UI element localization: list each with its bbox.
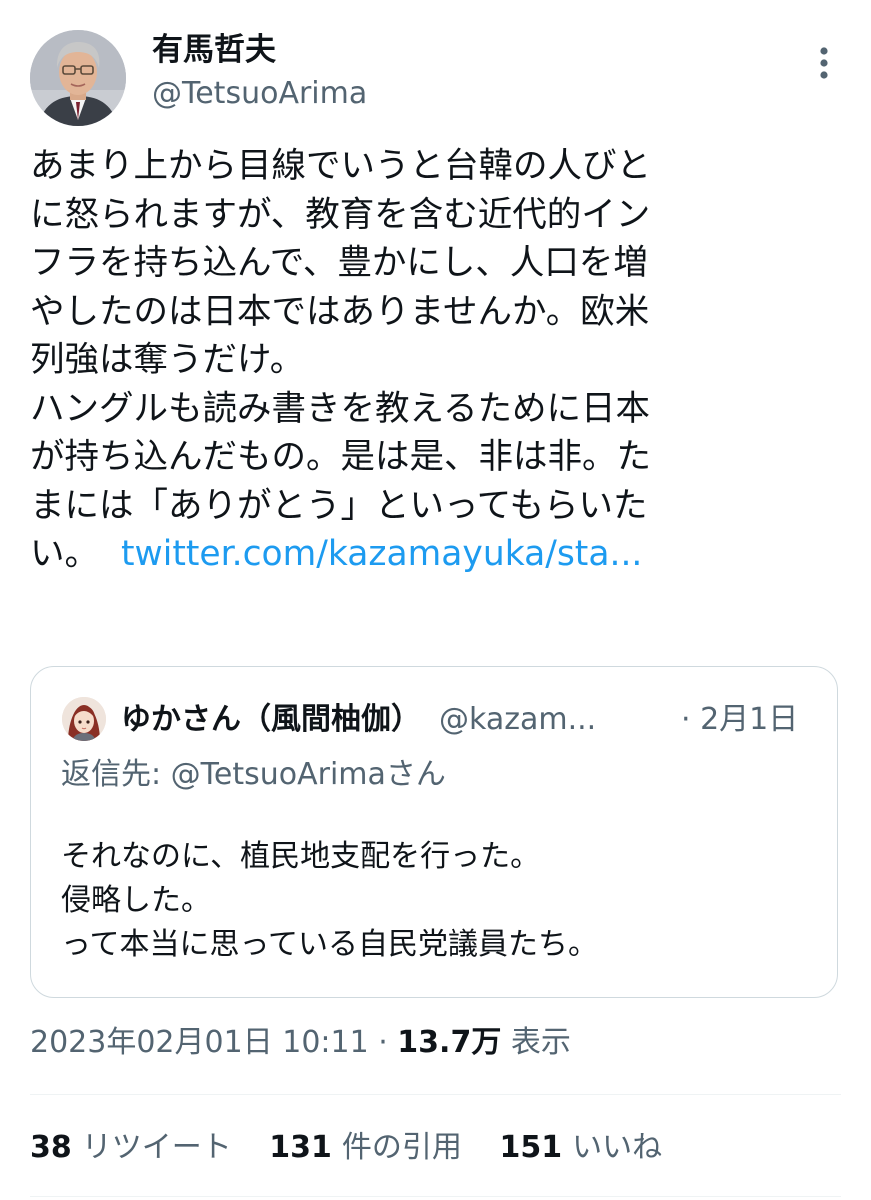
tweet-text-line: あまり上から目線でいうと台韓の人びと bbox=[30, 146, 651, 186]
engagement-stats: 38 リツイート 131 件の引用 151 いいね bbox=[30, 1126, 690, 1170]
tweet-text-line: ハングルも読み書きを教えるために日本 bbox=[30, 388, 650, 429]
retweets-label: リツイート bbox=[81, 1130, 232, 1165]
tweet-text-line: が持ち込んだもの。是は是、非は非。た bbox=[30, 437, 651, 477]
tweet-meta: 2023年02月01日 10:11 · 13.7万 表示 bbox=[30, 1020, 571, 1066]
likes-label: いいね bbox=[572, 1130, 663, 1165]
retweets-count: 38 bbox=[30, 1130, 72, 1165]
author-display-name[interactable]: 有馬哲夫 bbox=[152, 30, 276, 70]
quotes-stat[interactable]: 131 件の引用 bbox=[269, 1130, 462, 1165]
replying-to-label[interactable]: 返信先: @TetsuoArimaさん bbox=[61, 753, 446, 797]
tweet: 有馬哲夫 @TetsuoArima あまり上から目線でいうと台韓の人びと に怒ら… bbox=[0, 0, 871, 1200]
tweet-text-line: まには「ありがとう」といってもらいた bbox=[30, 485, 648, 526]
retweets-stat[interactable]: 38 リツイート bbox=[30, 1130, 232, 1165]
tweet-text-tail: い。 bbox=[30, 534, 99, 574]
quoted-text-line: って本当に思っている自民党議員たち。 bbox=[61, 927, 598, 962]
tweet-text-last-line: い。 twitter.com/kazamayuka/sta... bbox=[30, 530, 830, 579]
quotes-label: 件の引用 bbox=[341, 1130, 462, 1165]
profile-photo-icon bbox=[30, 30, 126, 126]
quoted-tweet-link[interactable]: twitter.com/kazamayuka/sta... bbox=[121, 534, 642, 574]
views-count: 13.7万 bbox=[397, 1025, 502, 1060]
quoted-tweet-card[interactable]: ゆかさん（風間柚伽） @kazam... · 2月1日 返信先: @TetsuoAr… bbox=[30, 666, 838, 998]
tweet-timestamp[interactable]: 2023年02月01日 10:11 · bbox=[30, 1025, 397, 1060]
tweet-text-line: フラを持ち込んで、豊かにし、人口を増 bbox=[30, 243, 648, 283]
more-vertical-icon bbox=[820, 47, 828, 79]
author-avatar[interactable] bbox=[30, 30, 126, 126]
likes-count: 151 bbox=[499, 1130, 563, 1165]
views-label: 表示 bbox=[501, 1025, 571, 1060]
quoted-tweet-date[interactable]: · 2月1日 bbox=[681, 698, 798, 742]
divider bbox=[30, 1094, 841, 1095]
quotes-count: 131 bbox=[269, 1130, 332, 1165]
tweet-text: あまり上から目線でいうと台韓の人びと に怒られますが、教育を含む近代的イン フラ… bbox=[30, 142, 830, 579]
quoted-tweet-text: それなのに、植民地支配を行った。 侵略した。 って本当に思っている自民党議員たち… bbox=[61, 835, 598, 967]
tweet-text-line: やしたのは日本ではありませんか。欧米 bbox=[30, 291, 650, 332]
quoted-text-line: それなのに、植民地支配を行った。 bbox=[61, 839, 541, 874]
quoted-author-handle[interactable]: @kazam... bbox=[439, 702, 596, 737]
author-handle[interactable]: @TetsuoArima bbox=[152, 74, 367, 114]
quoted-author-name[interactable]: ゆかさん（風間柚伽） bbox=[121, 702, 421, 737]
quoted-text-line: 侵略した。 bbox=[61, 883, 211, 918]
divider bbox=[30, 1196, 841, 1197]
anime-avatar-icon bbox=[62, 697, 106, 741]
quoted-author-avatar[interactable] bbox=[62, 697, 106, 741]
more-options-button[interactable] bbox=[806, 44, 842, 84]
tweet-text-line: に怒られますが、教育を含む近代的イン bbox=[30, 194, 651, 235]
tweet-text-line: 列強は奪うだけ。 bbox=[30, 340, 305, 380]
quoted-tweet-header: ゆかさん（風間柚伽） @kazam... · 2月1日 bbox=[121, 698, 798, 742]
likes-stat[interactable]: 151 いいね bbox=[499, 1130, 662, 1165]
